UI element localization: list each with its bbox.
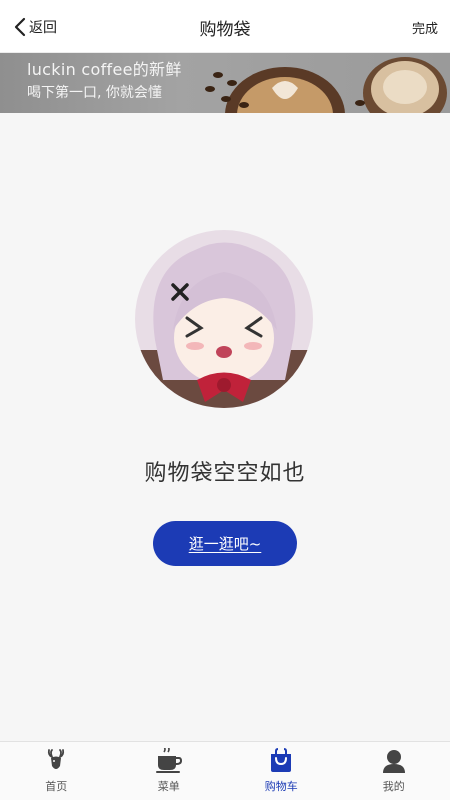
deer-icon <box>43 748 69 774</box>
coffee-cup-icon <box>155 748 183 774</box>
tab-label: 菜单 <box>157 780 180 793</box>
shopping-bag-icon <box>268 748 294 774</box>
empty-cart-message: 购物袋空空如也 <box>144 461 306 486</box>
tab-profile[interactable]: 我的 <box>338 742 450 800</box>
browse-button-label: 逛一逛吧~ <box>188 535 262 553</box>
tab-label: 首页 <box>45 780 68 793</box>
nav-header: 返回 购物袋 完成 <box>0 0 450 53</box>
browse-button[interactable]: 逛一逛吧~ <box>153 521 297 566</box>
tab-menu[interactable]: 菜单 <box>113 742 226 800</box>
banner-subtitle: 喝下第一口, 你就会懂 <box>27 85 162 101</box>
bottom-tab-bar: 首页 菜单 购物车 我的 <box>0 741 450 800</box>
promo-banner[interactable]: luckin coffee的新鲜 喝下第一口, 你就会懂 <box>0 53 450 113</box>
page-title: 购物袋 <box>199 20 251 40</box>
tab-label: 我的 <box>382 780 405 793</box>
tab-home[interactable]: 首页 <box>0 742 113 800</box>
user-icon <box>381 748 407 774</box>
done-button[interactable]: 完成 <box>412 18 438 37</box>
empty-cart-avatar <box>135 230 313 408</box>
tab-cart[interactable]: 购物车 <box>225 742 338 800</box>
banner-headline: luckin coffee的新鲜 <box>27 60 182 79</box>
tab-label: 购物车 <box>264 780 298 793</box>
